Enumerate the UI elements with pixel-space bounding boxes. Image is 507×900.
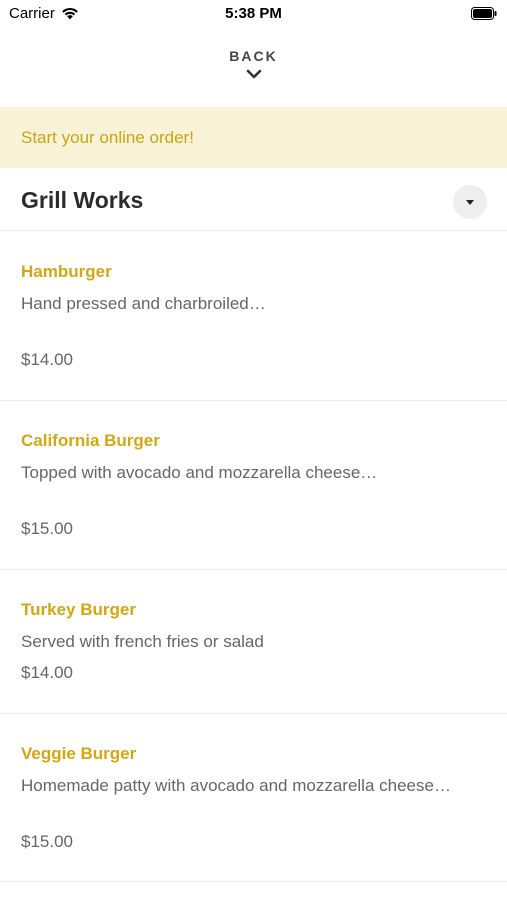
battery-icon xyxy=(471,7,497,20)
menu-item[interactable]: Veggie Burger Homemade patty with avocad… xyxy=(0,713,507,882)
menu-item[interactable]: Turkey Burger Served with french fries o… xyxy=(0,569,507,714)
menu-item-price: $15.00 xyxy=(21,832,73,851)
menu-item-name: Veggie Burger xyxy=(21,744,137,763)
menu-item-description: Topped with avocado and mozzarella chees… xyxy=(21,463,378,482)
menu-item-price: $15.00 xyxy=(21,519,73,538)
menu-item[interactable]: California Burger Topped with avocado an… xyxy=(0,400,507,570)
menu-item-description: Homemade patty with avocado and mozzarel… xyxy=(21,776,451,795)
menu-item[interactable]: Hamburger Hand pressed and charbroiled… … xyxy=(0,231,507,401)
menu-item-price: $14.00 xyxy=(21,350,73,369)
status-bar: Carrier 5:38 PM xyxy=(0,0,507,28)
back-button[interactable]: BACK xyxy=(0,48,507,80)
menu-item-name: Hamburger xyxy=(21,262,112,281)
menu-item-price: $14.00 xyxy=(21,663,73,682)
caret-down-icon xyxy=(466,199,474,205)
online-order-banner[interactable]: Start your online order! xyxy=(0,107,507,168)
section-title: Grill Works xyxy=(21,187,144,213)
chevron-down-icon xyxy=(246,69,261,79)
menu-item-name: California Burger xyxy=(21,431,160,450)
menu-item-description: Served with french fries or salad xyxy=(21,632,264,651)
banner-text: Start your online order! xyxy=(21,127,194,147)
section-header: Grill Works xyxy=(0,168,507,231)
clock: 5:38 PM xyxy=(225,5,282,22)
back-label: BACK xyxy=(229,48,278,64)
menu-item-description: Hand pressed and charbroiled… xyxy=(21,294,266,313)
section-toggle-button[interactable] xyxy=(453,185,487,219)
menu-item-name: Turkey Burger xyxy=(21,600,136,619)
